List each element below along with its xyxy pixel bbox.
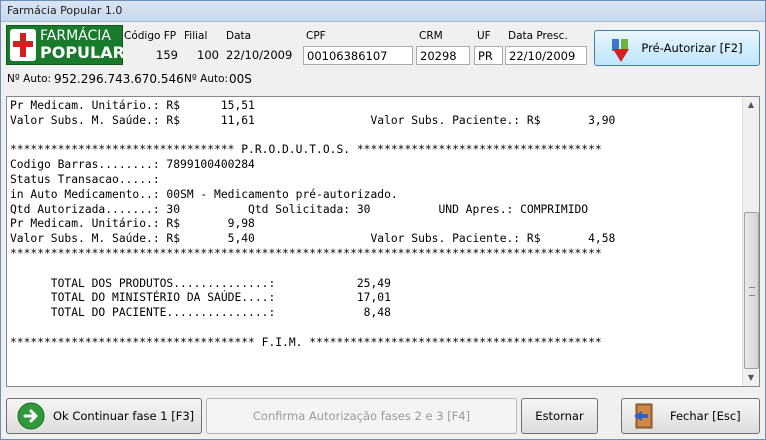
filial-label: Filial (184, 30, 208, 42)
scroll-thumb[interactable] (744, 212, 759, 369)
estornar-button[interactable]: Estornar (521, 398, 598, 434)
pre-autorizar-button[interactable]: Pré-Autorizar [F2] (594, 30, 760, 66)
pre-autorizar-label: Pré-Autorizar [F2] (641, 41, 743, 55)
receipt-line: Codigo Barras........: 7899100400284 (10, 158, 255, 172)
fechar-button[interactable]: Fechar [Esc] (621, 398, 760, 434)
data-value: 22/10/2009 (226, 48, 293, 62)
pre-autorizar-icon (611, 37, 629, 62)
receipt-line: TOTAL DOS PRODUTOS..............: 25,49 (10, 276, 391, 290)
receipt-line: Status Transacao.....: (10, 172, 160, 186)
confirma-label: Confirma Autorização fases 2 e 3 [F4] (252, 409, 471, 423)
n-auto-value-2: 00S (229, 72, 252, 86)
data-presc-field[interactable]: 22/10/2009 (505, 46, 587, 65)
filial-value: 100 (197, 48, 219, 62)
vertical-scrollbar[interactable]: ▲ ▼ (742, 97, 759, 386)
crm-field[interactable]: 20298 (416, 46, 470, 65)
receipt-line: Qtd Autorizada.......: 30 Qtd Solicitada… (10, 202, 589, 216)
cpf-field[interactable]: 00106386107 (303, 46, 413, 65)
farmacia-popular-logo: FARMÁCIA POPULAR (6, 25, 125, 65)
scroll-down-icon[interactable]: ▼ (743, 370, 759, 386)
data-presc-label: Data Presc. (508, 30, 568, 42)
estornar-label: Estornar (535, 409, 584, 423)
receipt-line: Pr Medicam. Unitário.: R$ 9,98 (10, 217, 255, 231)
auto-row: Nº Auto: 952.296.743.670.546 Nº Auto: 00… (1, 69, 765, 93)
ok-continuar-button[interactable]: Ok Continuar fase 1 [F3] (6, 398, 202, 434)
receipt-line: Pr Medicam. Unitário.: R$ 15,51 (10, 99, 255, 112)
logo-line2: POPULAR (40, 43, 125, 62)
receipt-text-area[interactable]: Pr Medicam. Unitário.: R$ 15,51 Valor Sub… (6, 96, 760, 387)
n-auto-label-2: Nº Auto: (184, 73, 229, 85)
receipt-line: Valor Subs. M. Saúde.: R$ 11,61 Valor Su… (10, 113, 616, 127)
receipt-line: ****************************************… (10, 246, 602, 260)
exit-door-icon (632, 402, 658, 430)
receipt-line (10, 262, 759, 277)
confirma-autorizacao-button[interactable]: Confirma Autorização fases 2 e 3 [F4] (206, 398, 517, 434)
receipt-line (10, 321, 759, 336)
uf-label: UF (477, 30, 491, 42)
uf-field[interactable]: PR (474, 46, 503, 65)
receipt-line: ************************************ F.I… (10, 335, 602, 349)
cpf-label: CPF (306, 30, 326, 42)
n-auto-value-1: 952.296.743.670.546 (54, 72, 184, 86)
receipt-line: TOTAL DO PACIENTE...............: 8,48 (10, 306, 391, 320)
window-title: Farmácia Popular 1.0 (1, 1, 765, 22)
main-window: Farmácia Popular 1.0 FARMÁCIA POPULAR Có… (0, 0, 766, 440)
receipt-line (10, 129, 759, 144)
receipt-line: in Auto Medicamento..: 00SM - Medicament… (10, 187, 398, 201)
receipt-line: Valor Subs. M. Saúde.: R$ 5,40 Valor Sub… (10, 232, 616, 246)
receipt-line: ********************************* P.R.O.… (10, 143, 602, 157)
fechar-label: Fechar [Esc] (670, 409, 741, 423)
ok-continuar-label: Ok Continuar fase 1 [F3] (53, 409, 195, 423)
codigo-fp-value: 159 (156, 48, 178, 62)
receipt-line: TOTAL DO MINISTÉRIO DA SAÚDE....: 17,01 (10, 291, 391, 305)
crm-label: CRM (419, 30, 443, 42)
n-auto-label-1: Nº Auto: (7, 73, 52, 85)
data-label: Data (226, 30, 252, 42)
scroll-up-icon[interactable]: ▲ (743, 97, 759, 113)
cross-icon (10, 29, 36, 61)
logo-line1: FARMÁCIA (40, 28, 111, 44)
receipt-text: Pr Medicam. Unitário.: R$ 15,51 Valor Sub… (7, 97, 759, 351)
codigo-fp-label: Código FP (124, 30, 177, 42)
arrow-right-icon (17, 402, 45, 430)
